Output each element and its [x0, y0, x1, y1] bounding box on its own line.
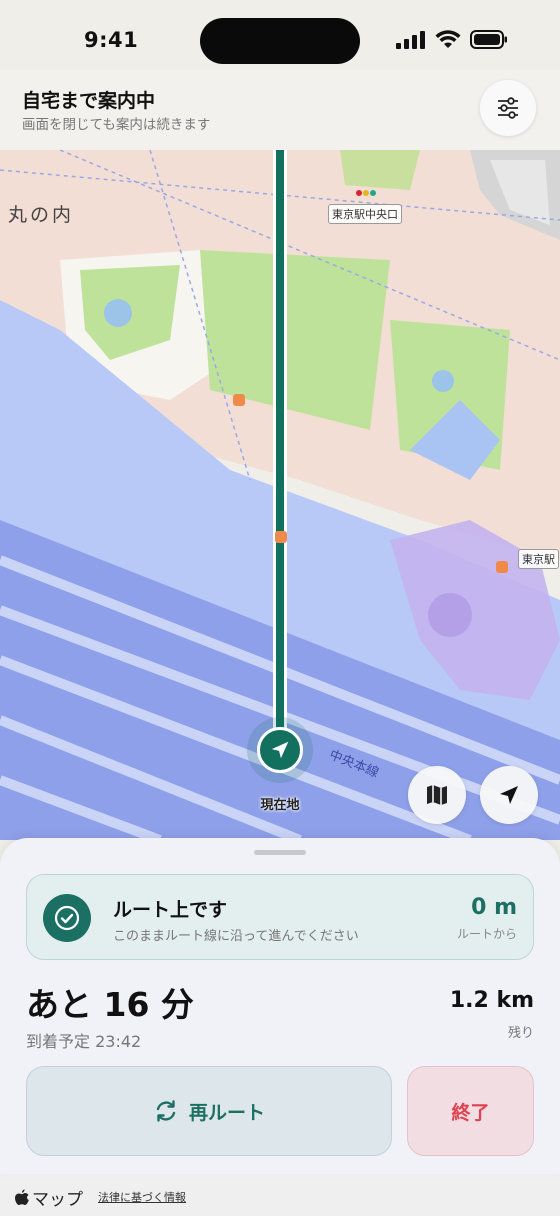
- recenter-location-button[interactable]: [480, 766, 538, 824]
- current-location-marker[interactable]: [257, 727, 303, 773]
- page-title: 自宅まで案内中: [22, 90, 156, 112]
- route-options-button[interactable]: [480, 80, 536, 136]
- route-status-subtitle: このままルート線に沿って進んでください: [113, 929, 359, 944]
- map-station-label-east[interactable]: 東京駅: [518, 549, 559, 569]
- map-station-label[interactable]: 東京駅中央口: [328, 204, 402, 224]
- status-time: 9:41: [84, 28, 139, 52]
- sheet-grabber[interactable]: [254, 850, 306, 855]
- navigation-sheet: ルート上です このままルート線に沿って進んでください 0 m ルートから あと …: [0, 838, 560, 1174]
- maps-brand: マップ: [14, 1185, 83, 1210]
- dynamic-island: [200, 18, 360, 64]
- legal-info-link[interactable]: 法律に基づく情報: [98, 1189, 186, 1205]
- end-navigation-label: 終了: [451, 1101, 490, 1124]
- map-area-label: 丸の内: [8, 204, 75, 226]
- route-status-card: ルート上です このままルート線に沿って進んでください 0 m ルートから: [26, 874, 534, 960]
- eta-remaining-time: あと 16 分: [26, 985, 194, 1024]
- cellular-signal-icon: [396, 30, 425, 49]
- map-icon: [427, 785, 447, 805]
- off-route-distance-label: ルートから: [456, 927, 517, 941]
- map-attribution-bar: [0, 1174, 560, 1216]
- location-arrow-icon: [500, 786, 518, 804]
- remaining-distance-label: 残り: [507, 1026, 534, 1041]
- check-icon: [43, 894, 91, 942]
- end-navigation-button[interactable]: 終了: [407, 1066, 534, 1156]
- map-mode-button[interactable]: [408, 766, 466, 824]
- navigation-arrow-icon: [271, 741, 289, 759]
- apple-logo-icon: [15, 1189, 29, 1205]
- battery-icon: [470, 30, 507, 49]
- page-subtitle: 画面を閉じても案内は続きます: [22, 117, 211, 133]
- reroute-button[interactable]: 再ルート: [26, 1066, 392, 1156]
- maps-brand-label: マップ: [32, 1190, 83, 1210]
- refresh-icon: [156, 1100, 176, 1122]
- off-route-distance: 0 m: [471, 895, 517, 920]
- remaining-distance: 1.2 km: [449, 988, 534, 1013]
- current-location-label: 現在地: [260, 798, 300, 813]
- route-status-title: ルート上です: [113, 899, 228, 921]
- arrival-time: 到着予定 23:42: [26, 1032, 142, 1051]
- reroute-button-label: 再ルート: [188, 1101, 265, 1124]
- wifi-icon: [435, 30, 461, 48]
- sliders-icon: [498, 97, 518, 119]
